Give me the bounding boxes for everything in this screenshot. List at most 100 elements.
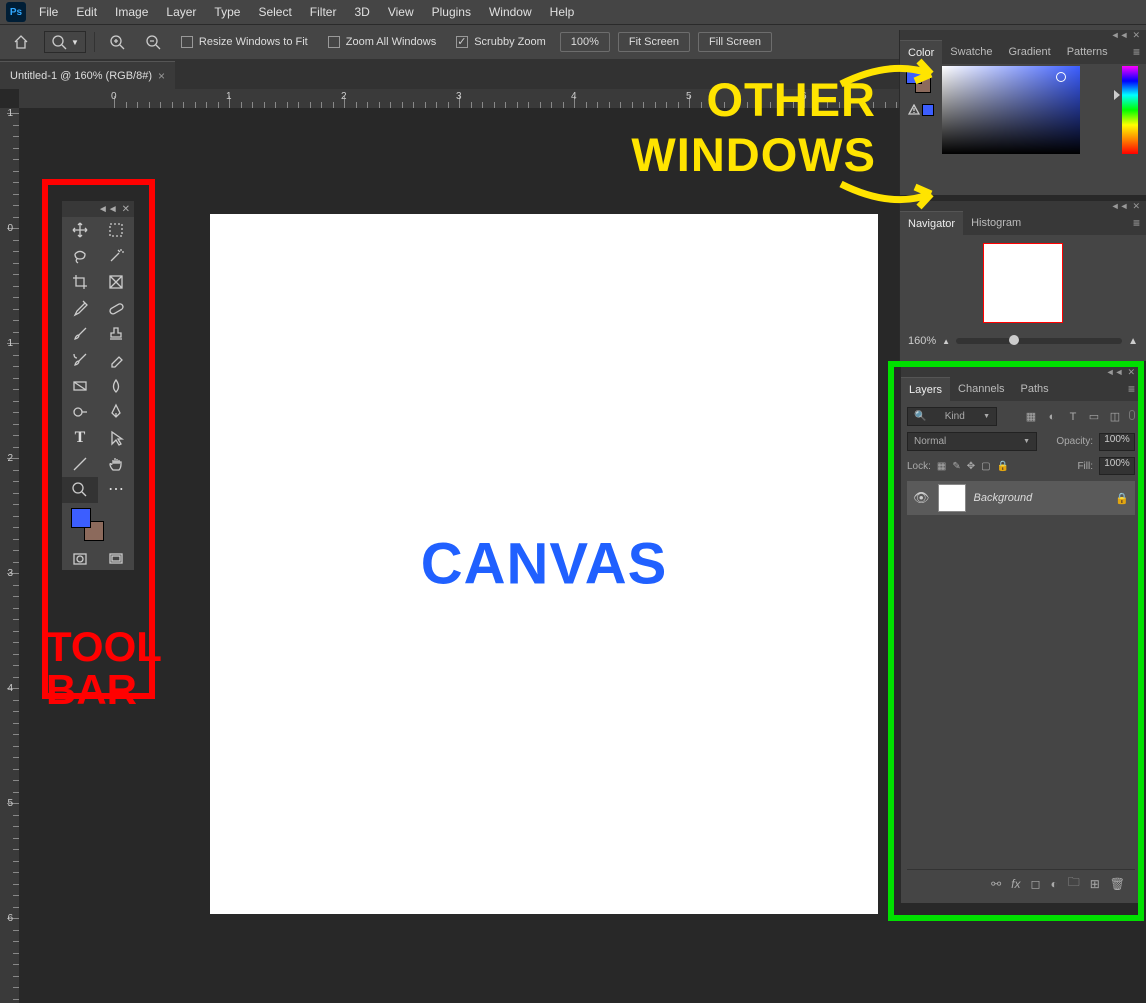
websafe-swatch[interactable] [922,104,934,116]
layer-filter-kind[interactable]: 🔍Kind▼ [907,407,997,426]
filter-shape-icon[interactable]: ▭ [1087,410,1101,424]
layer-mask-icon[interactable]: ◻ [1030,877,1040,891]
close-icon[interactable]: ✕ [1127,367,1135,378]
panel-menu-icon[interactable]: ≡ [1127,41,1146,63]
type-tool[interactable]: T [62,425,98,451]
link-layers-icon[interactable]: ⚯ [991,877,1001,891]
zoom-in-icon[interactable]: ▲ [1128,336,1138,347]
close-icon[interactable]: ✕ [122,204,130,215]
dodge-tool[interactable] [62,399,98,425]
adjustment-layer-icon[interactable]: ◐ [1050,877,1057,891]
brush-tool[interactable] [62,321,98,347]
fit-screen-button[interactable]: Fit Screen [618,32,690,52]
lock-pixels-icon[interactable]: ▦ [937,461,946,472]
collapse-icon[interactable]: ◄◄ [1111,201,1129,211]
navigator-zoom-slider[interactable] [956,338,1122,344]
home-button[interactable] [6,31,36,53]
panel-menu-icon[interactable]: ≡ [1127,212,1146,234]
visibility-toggle-icon[interactable]: 👁 [913,490,930,506]
menu-3d[interactable]: 3D [345,1,378,23]
gradient-tool[interactable] [62,373,98,399]
tab-channels[interactable]: Channels [950,377,1012,401]
tab-histogram[interactable]: Histogram [963,211,1029,235]
lasso-tool[interactable] [62,243,98,269]
layer-fx-icon[interactable]: fx [1011,877,1020,891]
color-swatches[interactable] [62,503,134,548]
collapse-icon[interactable]: ◄◄ [1111,30,1129,40]
zoom-in-button[interactable] [103,31,131,53]
layer-thumbnail[interactable] [938,484,966,512]
more-tools[interactable]: ⋯ [98,477,134,503]
quick-mask-button[interactable] [62,548,98,570]
lock-artboard-icon[interactable]: ▢ [981,461,990,472]
resize-windows-checkbox[interactable]: Resize Windows to Fit [175,31,314,53]
collapse-icon[interactable]: ◄◄ [98,204,118,215]
filter-toggle[interactable] [1129,410,1135,420]
crop-tool[interactable] [62,269,98,295]
menu-plugins[interactable]: Plugins [423,1,480,23]
menu-file[interactable]: File [30,1,67,23]
zoom-100-button[interactable]: 100% [560,32,610,52]
document-tab[interactable]: Untitled-1 @ 160% (RGB/8#) × [0,61,175,89]
lock-position-icon[interactable]: ✥ [967,461,975,472]
stamp-tool[interactable] [98,321,134,347]
fill-input[interactable]: 100% [1099,457,1135,475]
close-icon[interactable]: ✕ [1132,201,1140,212]
close-icon[interactable]: ✕ [1132,30,1140,41]
menu-type[interactable]: Type [205,1,249,23]
gamut-warning-icon[interactable] [908,104,920,116]
menu-filter[interactable]: Filter [301,1,346,23]
layer-name[interactable]: Background [974,492,1108,504]
fill-screen-button[interactable]: Fill Screen [698,32,772,52]
foreground-swatch[interactable] [71,508,91,528]
blend-mode-select[interactable]: Normal▼ [907,432,1037,451]
layer-item[interactable]: 👁 Background 🔒 [907,481,1135,515]
path-select-tool[interactable] [98,425,134,451]
tab-swatches[interactable]: Swatche [942,40,1000,64]
tab-paths[interactable]: Paths [1013,377,1057,401]
move-tool[interactable] [62,217,98,243]
blur-tool[interactable] [98,373,134,399]
eraser-tool[interactable] [98,347,134,373]
menu-help[interactable]: Help [541,1,584,23]
screen-mode-button[interactable] [98,548,134,570]
tab-gradients[interactable]: Gradient [1001,40,1059,64]
menu-view[interactable]: View [379,1,423,23]
zoom-tool-preset[interactable]: ▼ [44,31,86,53]
marquee-tool[interactable] [98,217,134,243]
scrubby-zoom-checkbox[interactable]: Scrubby Zoom [450,31,552,53]
menu-image[interactable]: Image [106,1,157,23]
menu-window[interactable]: Window [480,1,541,23]
group-icon[interactable]: 🗀 [1068,873,1080,894]
lock-icon[interactable]: 🔒 [1115,492,1129,505]
canvas[interactable]: CANVAS [210,214,878,914]
line-tool[interactable] [62,451,98,477]
color-field[interactable] [942,66,1080,154]
zoom-out-icon[interactable]: ▲ [942,337,950,346]
opacity-input[interactable]: 100% [1099,433,1135,451]
panel-menu-icon[interactable]: ≡ [1122,378,1141,400]
lock-all-icon[interactable]: 🔒 [997,461,1009,472]
hand-tool[interactable] [98,451,134,477]
collapse-icon[interactable]: ◄◄ [1106,367,1124,377]
menu-layer[interactable]: Layer [157,1,205,23]
frame-tool[interactable] [98,269,134,295]
tab-layers[interactable]: Layers [901,377,950,401]
delete-layer-icon[interactable]: 🗑 [1110,877,1125,891]
history-brush-tool[interactable] [62,347,98,373]
magic-wand-tool[interactable] [98,243,134,269]
healing-tool[interactable] [98,295,134,321]
close-tab-icon[interactable]: × [158,69,165,83]
zoom-tool[interactable] [62,477,98,503]
navigator-zoom-value[interactable]: 160% [908,335,936,347]
filter-adjust-icon[interactable]: ◐ [1045,410,1059,424]
tab-patterns[interactable]: Patterns [1059,40,1116,64]
ruler-vertical[interactable]: 10123456 [0,108,19,1003]
filter-pixel-icon[interactable]: ▦ [1024,410,1038,424]
hue-slider[interactable] [1122,66,1138,154]
eyedropper-tool[interactable] [62,295,98,321]
lock-brush-icon[interactable]: ✎ [952,461,960,472]
zoom-out-button[interactable] [139,31,167,53]
menu-select[interactable]: Select [249,1,300,23]
filter-smart-icon[interactable]: ◫ [1108,410,1122,424]
